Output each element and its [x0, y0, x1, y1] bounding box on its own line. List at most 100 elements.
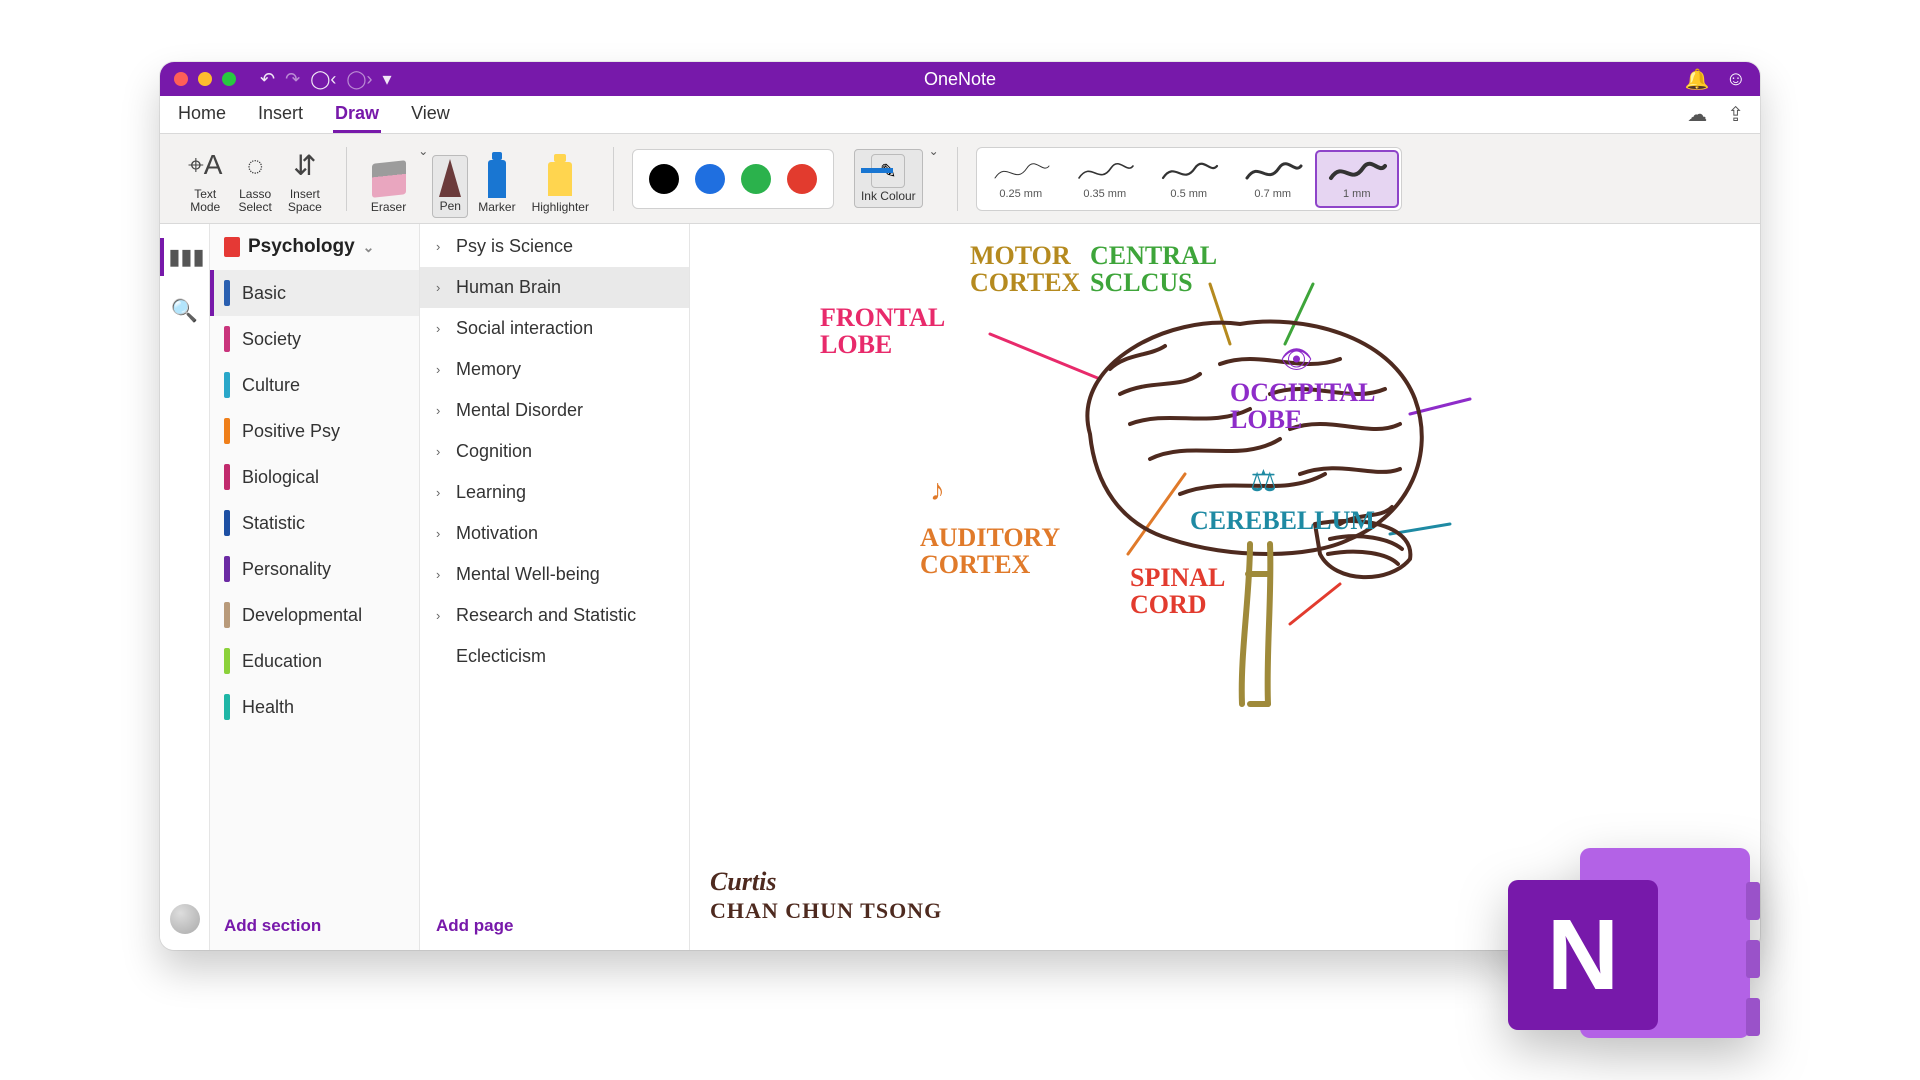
- insert-space-icon: ⇵: [293, 148, 316, 184]
- tab-view[interactable]: View: [409, 97, 452, 133]
- undo-icon[interactable]: ↶: [260, 69, 275, 90]
- section-item[interactable]: Developmental: [210, 592, 419, 638]
- section-color-tab: [224, 648, 230, 674]
- pages-panel: ›Psy is Science›Human Brain›Social inter…: [420, 224, 690, 950]
- redo-icon[interactable]: ↷: [285, 69, 300, 90]
- section-item[interactable]: Culture: [210, 362, 419, 408]
- section-item[interactable]: Health: [210, 684, 419, 730]
- page-item[interactable]: ›Cognition: [420, 431, 689, 472]
- ink-swatch-2[interactable]: [741, 164, 771, 194]
- thickness-option[interactable]: 0.25 mm: [979, 150, 1063, 208]
- user-avatar[interactable]: [170, 904, 200, 934]
- page-label: Social interaction: [456, 318, 593, 339]
- text-mode-label: Text Mode: [190, 188, 220, 214]
- tab-home[interactable]: Home: [176, 97, 228, 133]
- page-item[interactable]: ›Mental Well-being: [420, 554, 689, 595]
- notebook-picker[interactable]: Psychology ⌄: [210, 224, 419, 270]
- tab-insert[interactable]: Insert: [256, 97, 305, 133]
- nav-rail: ▮▮▮ 🔍: [160, 224, 210, 950]
- page-item[interactable]: ›Human Brain: [420, 267, 689, 308]
- ink-colour-icon: ✎: [871, 154, 905, 188]
- section-label: Positive Psy: [242, 421, 340, 442]
- marker-tool[interactable]: Marker: [472, 157, 521, 218]
- search-icon[interactable]: 🔍: [171, 298, 198, 324]
- page-item[interactable]: ›Research and Statistic: [420, 595, 689, 636]
- page-item[interactable]: ›Psy is Science: [420, 226, 689, 267]
- thickness-option[interactable]: 0.35 mm: [1063, 150, 1147, 208]
- section-item[interactable]: Basic: [210, 270, 419, 316]
- ink-colour-button[interactable]: ✎ Ink Colour: [854, 149, 923, 208]
- eye-icon: 👁: [1280, 344, 1313, 375]
- thickness-option[interactable]: 1 mm: [1315, 150, 1399, 208]
- section-item[interactable]: Biological: [210, 454, 419, 500]
- chevron-right-icon: ›: [436, 485, 450, 500]
- thickness-option[interactable]: 0.7 mm: [1231, 150, 1315, 208]
- page-item[interactable]: ›Motivation: [420, 513, 689, 554]
- share-icon[interactable]: ⇪: [1727, 102, 1744, 127]
- section-color-tab: [224, 280, 230, 306]
- lasso-select-button[interactable]: ◌ Lasso Select: [232, 144, 277, 218]
- label-central: CENTRAL SCLCUS: [1090, 242, 1217, 297]
- bell-icon[interactable]: 🔔: [1685, 67, 1710, 92]
- maximize-window-button[interactable]: [222, 72, 236, 86]
- page-item[interactable]: ›Mental Disorder: [420, 390, 689, 431]
- ink-swatch-1[interactable]: [695, 164, 725, 194]
- cloud-sync-icon[interactable]: ☁: [1687, 102, 1707, 127]
- highlighter-label: Highlighter: [532, 201, 589, 214]
- add-page-button[interactable]: Add page: [420, 902, 689, 950]
- page-item[interactable]: Eclecticism: [420, 636, 689, 677]
- page-item[interactable]: ›Memory: [420, 349, 689, 390]
- ink-swatch-3[interactable]: [787, 164, 817, 194]
- page-item[interactable]: ›Social interaction: [420, 308, 689, 349]
- section-label: Society: [242, 329, 301, 350]
- chevron-right-icon: ›: [436, 280, 450, 295]
- chevron-right-icon: ›: [436, 608, 450, 623]
- page-item[interactable]: ›Learning: [420, 472, 689, 513]
- highlighter-tool[interactable]: Highlighter: [526, 157, 595, 218]
- insert-space-button[interactable]: ⇵ Insert Space: [282, 144, 328, 218]
- highlighter-icon: [548, 161, 572, 197]
- section-item[interactable]: Education: [210, 638, 419, 684]
- forward-icon[interactable]: ◯›: [346, 69, 372, 90]
- ink-swatch-0[interactable]: [649, 164, 679, 194]
- ink-swatches: [632, 149, 834, 209]
- eraser-dropdown-icon[interactable]: ⌄: [418, 144, 428, 158]
- ink-colour-dropdown-icon[interactable]: ⌄: [929, 144, 939, 158]
- smile-icon[interactable]: ☺: [1726, 68, 1746, 91]
- label-frontal: FRONTAL LOBE: [820, 304, 945, 359]
- section-color-tab: [224, 510, 230, 536]
- badge-letter: N: [1547, 898, 1619, 1013]
- section-color-tab: [224, 556, 230, 582]
- chevron-right-icon: ›: [436, 567, 450, 582]
- chevron-right-icon: ›: [436, 403, 450, 418]
- text-mode-button[interactable]: ⌖A Text Mode: [182, 144, 228, 218]
- scale-icon: ⚖: [1250, 464, 1277, 499]
- back-icon[interactable]: ◯‹: [310, 69, 336, 90]
- section-label: Personality: [242, 559, 331, 580]
- notebooks-icon[interactable]: ▮▮▮: [160, 238, 209, 276]
- tab-draw[interactable]: Draw: [333, 97, 381, 133]
- thickness-option[interactable]: 0.5 mm: [1147, 150, 1231, 208]
- section-color-tab: [224, 372, 230, 398]
- section-color-tab: [224, 694, 230, 720]
- overflow-icon[interactable]: ▾: [382, 69, 391, 90]
- section-label: Basic: [242, 283, 286, 304]
- section-item[interactable]: Society: [210, 316, 419, 362]
- eraser-tool[interactable]: Eraser: [365, 157, 412, 218]
- add-section-button[interactable]: Add section: [210, 902, 419, 950]
- notebook-name: Psychology: [248, 236, 355, 258]
- close-window-button[interactable]: [174, 72, 188, 86]
- stroke-thickness: 0.25 mm0.35 mm0.5 mm0.7 mm1 mm: [976, 147, 1402, 211]
- chevron-right-icon: ›: [436, 239, 450, 254]
- pen-tool[interactable]: Pen: [432, 155, 468, 218]
- signature: Curtis CHAN CHUN TSONG: [710, 866, 942, 924]
- minimize-window-button[interactable]: [198, 72, 212, 86]
- section-item[interactable]: Positive Psy: [210, 408, 419, 454]
- label-motor: MOTOR CORTEX: [970, 242, 1080, 297]
- ribbon-tabs: Home Insert Draw View ☁ ⇪: [160, 96, 1760, 134]
- section-item[interactable]: Statistic: [210, 500, 419, 546]
- section-item[interactable]: Personality: [210, 546, 419, 592]
- marker-label: Marker: [478, 201, 515, 214]
- label-spinal: SPINAL CORD: [1130, 564, 1225, 619]
- divider: [957, 147, 958, 211]
